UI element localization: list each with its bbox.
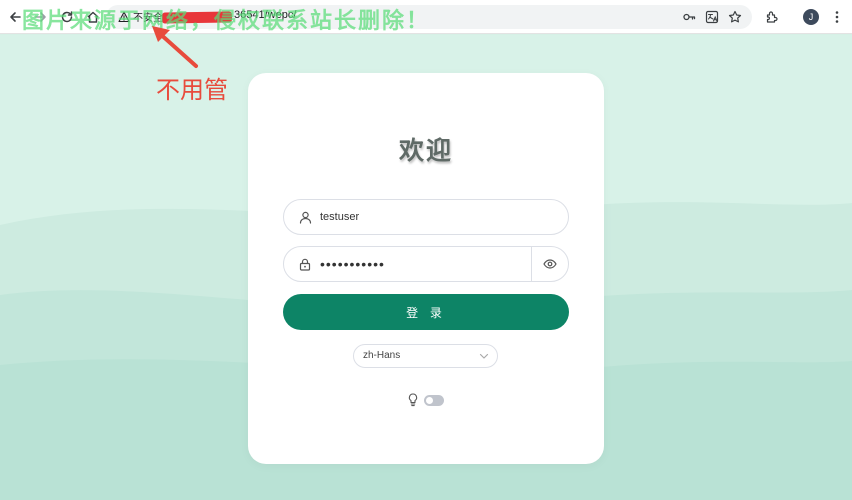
profile-avatar[interactable]: J [803,9,819,25]
switch-knob [426,397,433,404]
annotation-arrow [152,26,198,68]
password-input[interactable] [320,247,520,281]
back-icon[interactable] [5,7,25,27]
eye-icon[interactable] [531,247,568,281]
star-icon[interactable] [726,8,744,26]
theme-toggle-row [408,393,448,407]
translate-icon[interactable] [703,8,721,26]
login-button[interactable]: 登 录 [283,294,569,330]
reload-icon[interactable] [57,7,77,27]
warning-icon [118,11,130,22]
user-icon [297,209,313,225]
forward-icon[interactable] [31,7,51,27]
url-text: 36541/wepc/ [234,9,297,21]
key-icon[interactable] [680,8,698,26]
home-icon[interactable] [83,7,103,27]
annotation-text: 不用管 [156,76,228,104]
language-select[interactable]: zh-Hans [353,344,498,368]
login-card: 欢迎 登 录 zh-Hans [248,73,604,464]
menu-icon[interactable] [827,7,847,27]
username-input[interactable] [320,200,520,234]
password-field[interactable] [283,246,569,282]
extensions-icon[interactable] [762,7,782,27]
browser-toolbar: 不安全 36541/wepc/ J 图片来源于网络，侵权联系站长删除！ [0,0,852,34]
username-field[interactable] [283,199,569,235]
dark-mode-switch[interactable] [424,395,444,406]
welcome-heading: 欢迎 [398,136,453,165]
lock-icon [297,256,313,272]
language-value: zh-Hans [363,350,401,361]
chevron-down-icon [479,353,489,359]
lightbulb-icon [408,393,418,407]
